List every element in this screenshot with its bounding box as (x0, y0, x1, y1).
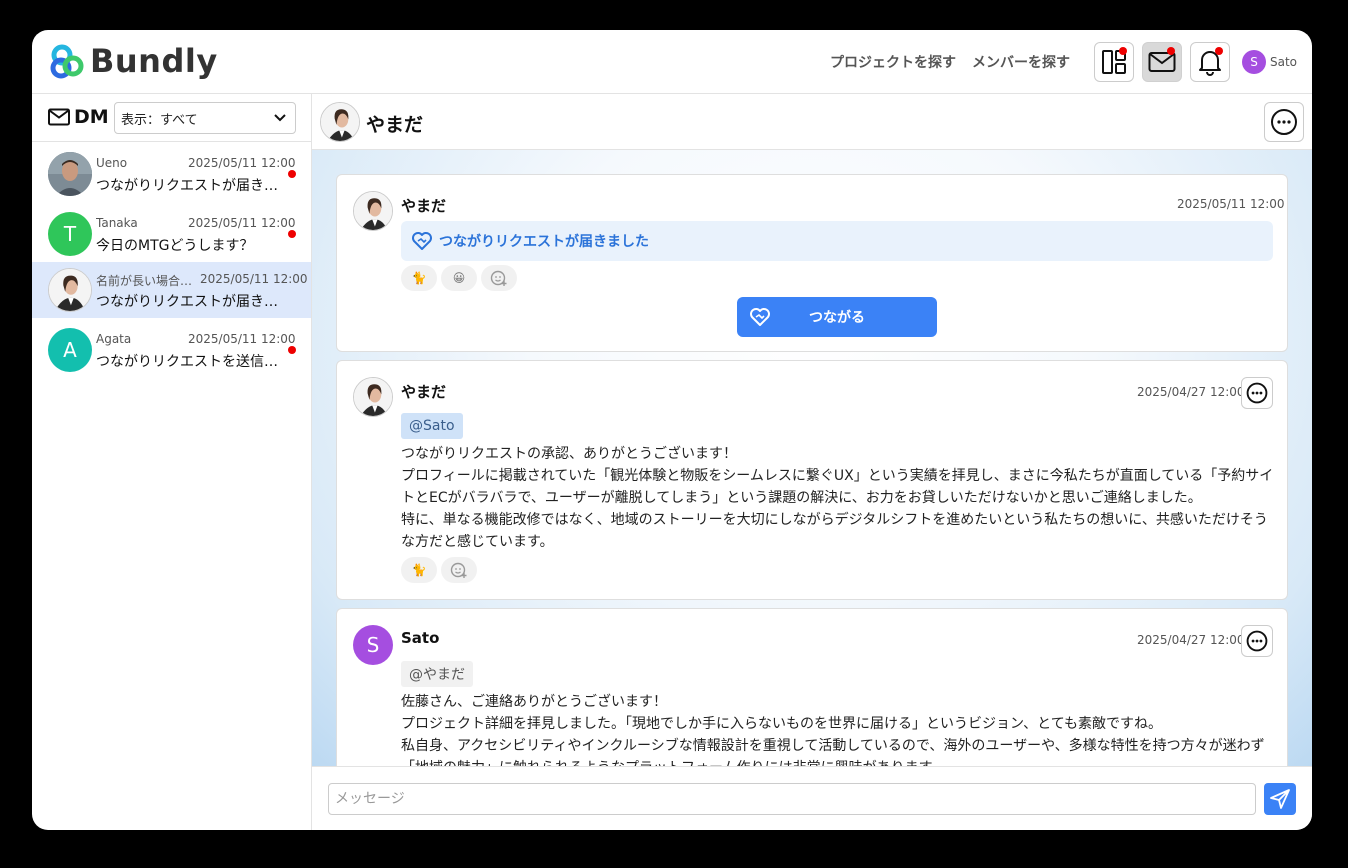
conversation-item-selected[interactable]: 名前が長い場合の表示 2025/05/11 12:00 つながりリクエストが届き… (32, 262, 311, 318)
dm-title: DM (48, 106, 109, 128)
avatar: T (48, 212, 92, 256)
conversation-name: 名前が長い場合の表示 (96, 274, 196, 288)
mention-tag[interactable]: @やまだ (401, 661, 473, 687)
message-line: 私自身、アクセシビリティやインクルーシブな情報設計を重視して活動しているので、海… (401, 738, 1265, 766)
message-line: 特に、単なる機能改修ではなく、地域のストーリーを大切にしながらデジタルシフトを進… (401, 512, 1268, 550)
more-horizontal-icon (1246, 382, 1268, 404)
reaction-bar: 🐈 (401, 557, 481, 583)
avatar (353, 377, 393, 417)
top-header: Bundly プロジェクトを探す メンバーを探す S Sato (32, 30, 1312, 94)
logo[interactable]: Bundly (48, 42, 218, 80)
unread-dot (288, 170, 296, 178)
conversation-item[interactable]: Ueno 2025/05/11 12:00 つながりリクエストが届きました (32, 146, 311, 202)
conversation-preview: 今日のMTGどうします？ (96, 238, 254, 254)
nav-find-projects[interactable]: プロジェクトを探す (830, 52, 956, 72)
message-line: つながりリクエストの承認、ありがとうございます！ (401, 446, 737, 462)
bundly-logo-icon (50, 44, 84, 79)
notification-dot (1215, 47, 1223, 55)
mail-icon (48, 108, 70, 126)
more-horizontal-icon (1246, 630, 1268, 652)
filter-select[interactable]: 表示：すべて (114, 102, 296, 134)
message-body: つながりリクエストの承認、ありがとうございます！ プロフィールに掲載されていた「… (401, 443, 1281, 553)
conversation-time: 2025/05/11 12:00 (200, 272, 308, 286)
chat-header: やまだ (312, 94, 1312, 150)
add-reaction-button[interactable] (481, 265, 517, 291)
sidebar-header: DM 表示：すべて (32, 94, 311, 142)
avatar: S (1242, 50, 1266, 74)
mention-tag[interactable]: @Sato (401, 413, 463, 439)
conversation-name: Agata (96, 332, 132, 346)
connect-button[interactable]: つながる (737, 297, 937, 337)
message-thread[interactable]: やまだ 2025/05/11 12:00 つながりリクエストが届きました 🐈 😀 (312, 150, 1312, 766)
avatar: A (48, 328, 92, 372)
add-reaction-icon (450, 562, 467, 578)
chat-title: やまだ (366, 114, 424, 136)
message-time: 2025/05/11 12:00 (1177, 197, 1285, 211)
message-line: 佐藤さん、ご連絡ありがとうございます！ (401, 694, 667, 710)
nav-find-members[interactable]: メンバーを探す (972, 52, 1070, 72)
notification-dot (1167, 47, 1175, 55)
chat-options-button[interactable] (1264, 102, 1304, 142)
message-card: やまだ 2025/05/11 12:00 つながりリクエストが届きました 🐈 😀 (336, 174, 1288, 352)
reaction-bar: 🐈 😀 (401, 265, 521, 291)
avatar (48, 152, 92, 196)
chat-panel: やまだ やまだ 2025/05/11 12:00 つながりリクエストが届きました… (312, 94, 1312, 830)
user-menu[interactable]: S Sato (1242, 50, 1297, 74)
message-sender: Sato (401, 629, 440, 647)
mail-button[interactable] (1142, 42, 1182, 82)
conversation-name: Ueno (96, 156, 128, 170)
avatar (48, 268, 92, 312)
reaction-cat[interactable]: 🐈 (401, 557, 437, 583)
handshake-heart-icon (412, 232, 432, 250)
send-button[interactable] (1264, 783, 1296, 815)
message-line: プロフィールに掲載されていた「観光体験と物販をシームレスに繋ぐUX」という実績を… (401, 468, 1274, 506)
message-options-button[interactable] (1241, 377, 1273, 409)
dm-title-label: DM (74, 106, 109, 128)
send-icon (1270, 789, 1290, 809)
connect-button-label: つながる (809, 310, 865, 326)
message-input[interactable] (328, 783, 1256, 815)
message-options-button[interactable] (1241, 625, 1273, 657)
dm-sidebar: DM 表示：すべて Ueno 2025/05/11 12:00 つながりリクエス… (32, 94, 312, 830)
message-card: やまだ 2025/04/27 12:00 @Sato つながりリクエストの承認、… (336, 360, 1288, 600)
chevron-down-icon (274, 114, 286, 122)
message-sender: やまだ (401, 197, 447, 215)
conversation-time: 2025/05/11 12:00 (188, 332, 296, 346)
conversation-time: 2025/05/11 12:00 (188, 216, 296, 230)
add-reaction-icon (490, 270, 507, 286)
more-horizontal-icon (1271, 109, 1297, 135)
reaction-cat[interactable]: 🐈 (401, 265, 437, 291)
avatar: S (353, 625, 393, 665)
message-composer (312, 766, 1312, 830)
dashboard-button[interactable] (1094, 42, 1134, 82)
unread-dot (288, 346, 296, 354)
notifications-button[interactable] (1190, 42, 1230, 82)
conversation-preview: つながりリクエストが届きました (96, 294, 286, 310)
message-line: プロジェクト詳細を拝見しました。「現地でしか手に入らないものを世界に届ける」とい… (401, 716, 1163, 732)
notification-dot (1119, 47, 1127, 55)
reaction-smile[interactable]: 😀 (441, 265, 477, 291)
conversation-item[interactable]: T Tanaka 2025/05/11 12:00 今日のMTGどうします？ (32, 206, 311, 262)
avatar (320, 102, 360, 142)
conversation-time: 2025/05/11 12:00 (188, 156, 296, 170)
conversation-item[interactable]: A Agata 2025/05/11 12:00 つながりリクエストを送信しまし… (32, 322, 311, 378)
conversation-preview: つながりリクエストが届きました (96, 178, 286, 194)
user-name: Sato (1270, 55, 1298, 69)
handshake-heart-icon (750, 308, 770, 326)
app-window: Bundly プロジェクトを探す メンバーを探す S Sato DM 表示：すべ… (32, 30, 1312, 830)
notice-text: つながりリクエストが届きました (439, 234, 649, 250)
logo-text: Bundly (90, 42, 218, 80)
connection-request-notice: つながりリクエストが届きました (401, 221, 1273, 261)
filter-select-value: 表示：すべて (121, 112, 198, 128)
message-card: S Sato 2025/04/27 12:00 @やまだ 佐藤さん、ご連絡ありが… (336, 608, 1288, 766)
message-sender: やまだ (401, 383, 447, 401)
message-time: 2025/04/27 12:00 (1137, 633, 1245, 647)
unread-dot (288, 230, 296, 238)
avatar (353, 191, 393, 231)
conversation-name: Tanaka (96, 216, 138, 230)
add-reaction-button[interactable] (441, 557, 477, 583)
conversation-preview: つながりリクエストを送信しました (96, 354, 286, 370)
message-time: 2025/04/27 12:00 (1137, 385, 1245, 399)
message-body: 佐藤さん、ご連絡ありがとうございます！ プロジェクト詳細を拝見しました。「現地で… (401, 691, 1281, 766)
